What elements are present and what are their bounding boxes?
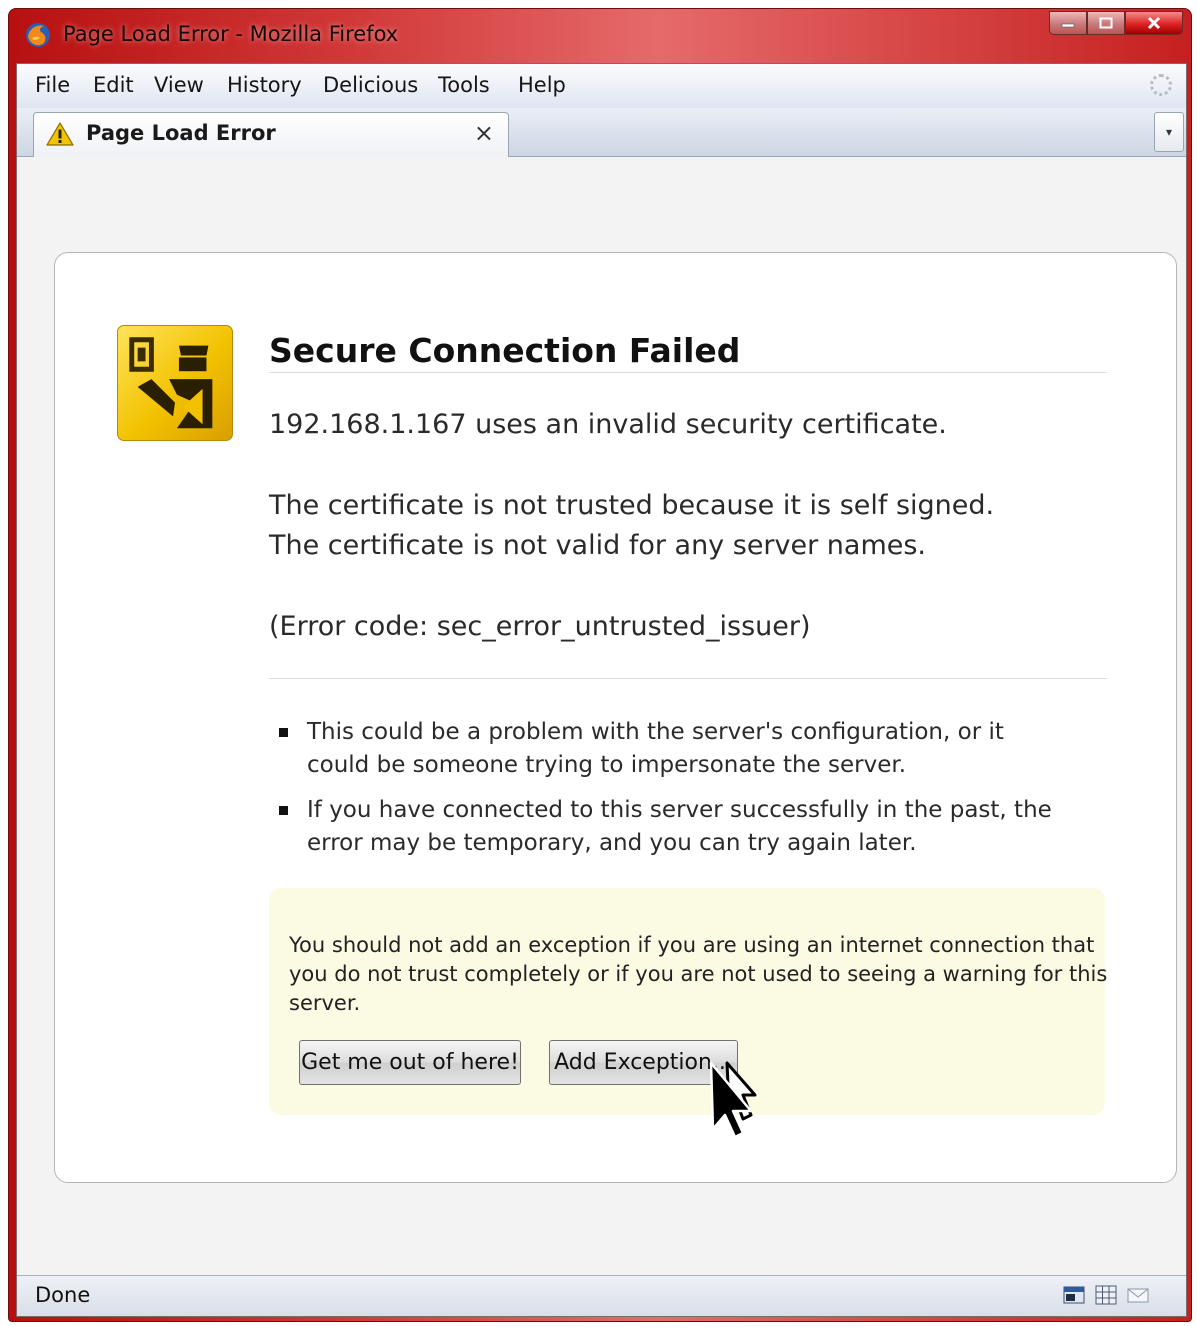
close-window-button[interactable] xyxy=(1125,11,1183,35)
warning-line: server. xyxy=(289,991,361,1015)
warning-line: you do not trust completely or if you ar… xyxy=(289,962,1108,986)
server-names-message: The certificate is not valid for any ser… xyxy=(269,530,927,561)
menu-help[interactable]: Help xyxy=(518,73,566,97)
bullet-icon xyxy=(279,728,288,737)
warning-line: You should not add an exception if you a… xyxy=(289,933,1095,957)
self-signed-message: The certificate is not trusted because i… xyxy=(269,490,995,521)
maximize-icon xyxy=(1099,17,1113,29)
minimize-icon xyxy=(1061,23,1075,28)
list-item: This could be a problem with the server'… xyxy=(279,716,1079,782)
window-title: Page Load Error - Mozilla Firefox xyxy=(63,22,399,46)
tab-label: Page Load Error xyxy=(86,121,276,145)
tab-close-icon[interactable]: × xyxy=(474,119,494,147)
close-icon xyxy=(1147,16,1161,30)
firefox-window: Page Load Error - Mozilla Firefox File E… xyxy=(8,8,1192,1322)
list-item: If you have connected to this server suc… xyxy=(279,794,1079,860)
mouse-cursor-icon xyxy=(709,1061,757,1139)
exception-warning-panel: You should not add an exception if you a… xyxy=(269,888,1107,1115)
menu-history[interactable]: History xyxy=(227,73,302,97)
exception-warning-text: You should not add an exception if you a… xyxy=(289,931,1107,1018)
menu-file[interactable]: File xyxy=(35,73,70,97)
error-divider xyxy=(269,678,1107,679)
bullet-text-line: error may be temporary, and you can try … xyxy=(307,830,917,856)
firefox-icon xyxy=(26,23,50,47)
bullet-icon xyxy=(279,806,288,815)
advice-list: This could be a problem with the server'… xyxy=(279,716,1079,872)
browser-frame: File Edit View History Delicious Tools H… xyxy=(16,63,1187,1317)
menu-delicious[interactable]: Delicious xyxy=(323,73,418,97)
tab-bar: Page Load Error × ▾ xyxy=(17,108,1186,157)
chevron-down-icon: ▾ xyxy=(1165,125,1173,139)
page-icon[interactable] xyxy=(1062,1284,1086,1306)
status-text: Done xyxy=(35,1283,91,1307)
status-bar: Done xyxy=(17,1275,1186,1316)
tab-list-button[interactable]: ▾ xyxy=(1154,112,1184,152)
certificate-officer-icon xyxy=(117,325,233,441)
invalid-certificate-message: 192.168.1.167 uses an invalid security c… xyxy=(269,409,947,440)
page-content: Secure Connection Failed 192.168.1.167 u… xyxy=(17,157,1186,1276)
grid-icon[interactable] xyxy=(1094,1284,1118,1306)
get-me-out-button[interactable]: Get me out of here! xyxy=(299,1040,521,1085)
bullet-text-line: If you have connected to this server suc… xyxy=(307,797,1052,823)
heading-divider xyxy=(269,372,1107,373)
warning-icon xyxy=(46,122,74,146)
title-bar: Page Load Error - Mozilla Firefox xyxy=(9,9,1191,61)
status-icons xyxy=(1062,1284,1150,1306)
maximize-button[interactable] xyxy=(1087,11,1125,35)
throbber-icon xyxy=(1150,74,1172,96)
bullet-text-line: This could be a problem with the server'… xyxy=(307,719,1004,745)
error-title: Secure Connection Failed xyxy=(269,331,741,370)
tab-page-load-error[interactable]: Page Load Error × xyxy=(33,112,509,157)
window-controls xyxy=(1049,11,1183,35)
minimize-button[interactable] xyxy=(1049,11,1087,35)
menu-view[interactable]: View xyxy=(154,73,204,97)
menu-bar: File Edit View History Delicious Tools H… xyxy=(17,64,1186,109)
error-code: (Error code: sec_error_untrusted_issuer) xyxy=(269,611,811,642)
error-page-container: Secure Connection Failed 192.168.1.167 u… xyxy=(54,252,1177,1183)
bullet-text-line: could be someone trying to impersonate t… xyxy=(307,752,907,778)
menu-tools[interactable]: Tools xyxy=(438,73,490,97)
menu-edit[interactable]: Edit xyxy=(93,73,134,97)
mail-icon[interactable] xyxy=(1126,1284,1150,1306)
